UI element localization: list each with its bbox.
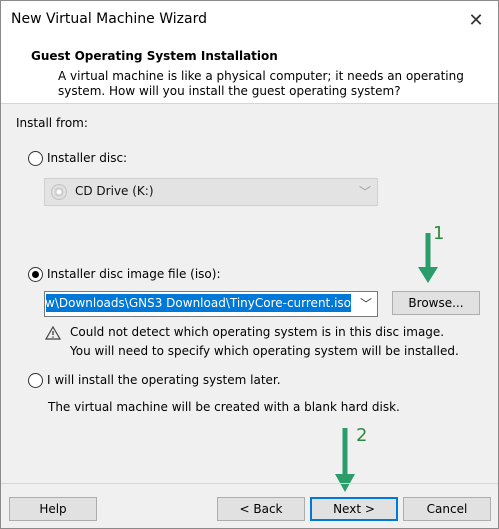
wizard-window: New Virtual Machine Wizard ✕ Guest Opera… (0, 0, 499, 529)
cd-drive-value: CD Drive (K:) (75, 184, 154, 198)
footer-separator (1, 483, 498, 484)
iso-path-combobox[interactable]: ew\Downloads\GNS3 Download\TinyCore-curr… (44, 291, 378, 317)
install-later-note: The virtual machine will be created with… (48, 400, 400, 414)
annotation-arrow-2 (335, 428, 355, 492)
iso-label[interactable]: Installer disc image file (iso): (47, 267, 220, 281)
warning-icon (45, 326, 61, 340)
install-later-label[interactable]: I will install the operating system late… (47, 373, 281, 387)
annotation-arrow-1 (418, 233, 438, 283)
warning-line-1: Could not detect which operating system … (70, 325, 445, 339)
installer-disc-label[interactable]: Installer disc: (47, 151, 127, 165)
page-title: Guest Operating System Installation (31, 49, 278, 63)
header-panel: Guest Operating System Installation A vi… (1, 39, 498, 104)
cd-drive-icon (51, 184, 67, 200)
cancel-button[interactable]: Cancel (403, 497, 491, 521)
page-description: A virtual machine is like a physical com… (58, 69, 464, 98)
annotation-number-2: 2 (356, 425, 368, 446)
window-title: New Virtual Machine Wizard (11, 11, 207, 27)
iso-radio[interactable] (28, 267, 43, 282)
browse-button[interactable]: Browse... (392, 291, 480, 315)
cd-drive-select: CD Drive (K:) ﹀ (44, 178, 378, 206)
warning-line-2: You will need to specify which operating… (70, 344, 459, 358)
chevron-down-icon[interactable]: ﹀ (360, 295, 372, 312)
installer-disc-radio[interactable] (28, 151, 43, 166)
back-button[interactable]: < Back (217, 497, 305, 521)
chevron-down-icon: ﹀ (358, 185, 371, 199)
iso-path-value[interactable]: ew\Downloads\GNS3 Download\TinyCore-curr… (46, 294, 351, 312)
install-later-radio[interactable] (28, 373, 43, 388)
next-button[interactable]: Next > (310, 497, 398, 521)
title-bar: New Virtual Machine Wizard ✕ (1, 1, 498, 39)
install-from-label: Install from: (16, 116, 88, 130)
help-button[interactable]: Help (9, 497, 97, 521)
close-icon[interactable]: ✕ (454, 1, 498, 39)
